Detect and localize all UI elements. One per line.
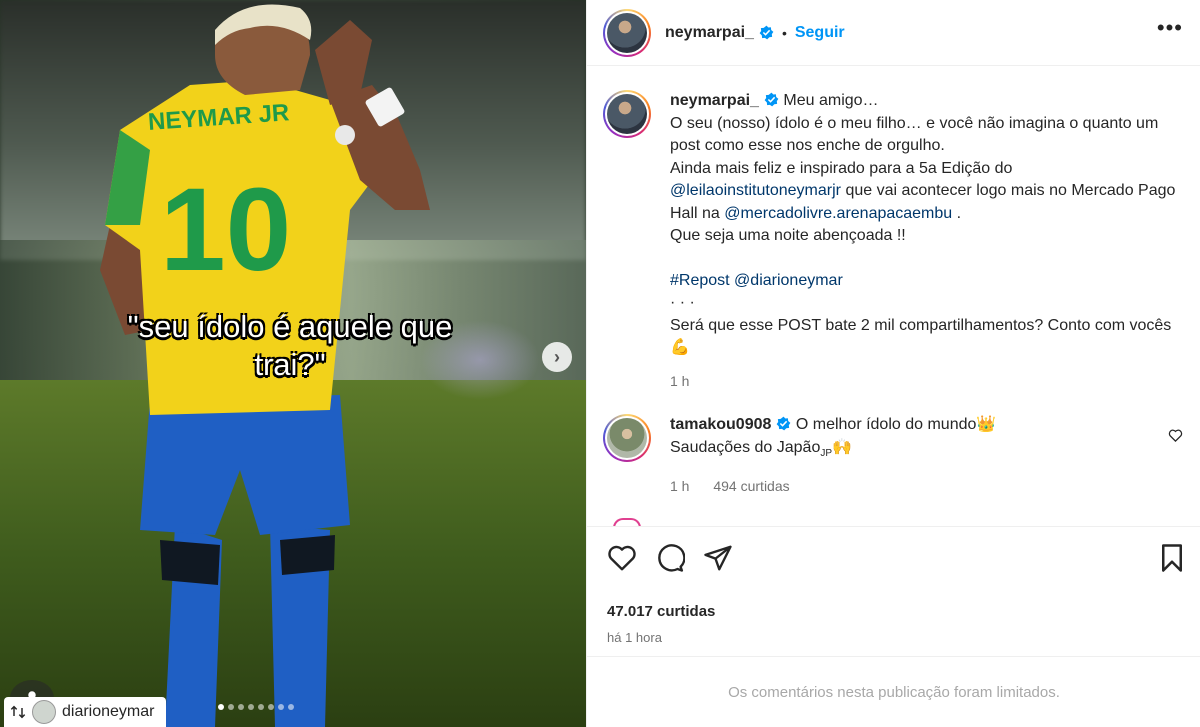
comments-limited-notice: Os comentários nesta publicação foram li… xyxy=(587,656,1200,727)
overlay-quote: "seu ídolo é aquele que trai?" xyxy=(127,309,453,382)
comment-username[interactable]: tamakou0908 xyxy=(670,416,771,433)
repost-icon xyxy=(10,705,26,719)
next-comment-avatar xyxy=(613,518,641,526)
avatar xyxy=(32,700,56,724)
caption: neymarpai_ Meu amigo… O seu (nosso) ídol… xyxy=(603,90,1183,392)
heart-icon[interactable] xyxy=(1168,428,1183,443)
heart-icon[interactable] xyxy=(607,543,637,573)
post-media[interactable]: 10 NEYMAR JR "seu ídolo é aquele que tra… xyxy=(0,0,586,727)
comment-text: Saudações do Japão xyxy=(670,438,821,456)
caption-line: Ainda mais feliz e inspirado para a 5a E… xyxy=(670,159,1013,177)
share-icon[interactable] xyxy=(703,543,733,573)
bookmark-icon[interactable] xyxy=(1159,543,1185,573)
comment-timestamp[interactable]: 1 h xyxy=(670,478,689,494)
chevron-right-icon: › xyxy=(554,346,560,367)
author-username[interactable]: neymarpai_ xyxy=(665,24,754,42)
comment-avatar[interactable] xyxy=(603,414,651,462)
caption-punct: . xyxy=(956,204,962,222)
more-icon[interactable]: ••• xyxy=(1157,17,1183,39)
likes-count[interactable]: 47.017 curtidas xyxy=(607,603,1185,620)
post-header: neymarpai_ • Seguir ••• xyxy=(587,0,1200,66)
caption-line: Que seja uma noite abençoada !! xyxy=(670,227,906,244)
mention-link[interactable]: @leilaoinstitutoneymarjr xyxy=(670,182,841,199)
comment-likes[interactable]: 494 curtidas xyxy=(713,478,789,494)
carousel-indicator xyxy=(218,704,294,710)
country-code: JP xyxy=(820,447,833,459)
hashtag-link[interactable]: #Repost xyxy=(670,272,730,289)
post-sidebar: neymarpai_ • Seguir ••• neymarpai_ Meu a… xyxy=(586,0,1200,727)
action-bar: 47.017 curtidas há 1 hora xyxy=(587,526,1200,645)
mention-link[interactable]: @mercadolivre.arenapacaembu xyxy=(724,205,952,222)
comment-text: O melhor ídolo do mundo xyxy=(795,416,977,433)
caption-line: Será que esse POST bate 2 mil compartilh… xyxy=(670,316,1172,334)
caption-timestamp[interactable]: 1 h xyxy=(670,373,689,389)
separator-dot: • xyxy=(781,24,787,41)
verified-icon xyxy=(777,416,791,431)
author-avatar[interactable] xyxy=(603,8,651,57)
svg-text:10: 10 xyxy=(160,164,291,296)
comment-icon[interactable] xyxy=(655,543,685,573)
emoji: 👑 xyxy=(976,416,997,433)
repost-attribution[interactable]: diarioneymar xyxy=(4,697,167,727)
emoji: 🙌 xyxy=(832,438,852,456)
caption-username[interactable]: neymarpai_ xyxy=(670,92,759,109)
mention-link[interactable]: @diarioneymar xyxy=(734,272,843,289)
post-timestamp[interactable]: há 1 hora xyxy=(607,630,1185,645)
emoji: 💪 xyxy=(670,339,690,356)
caption-opening: Meu amigo… xyxy=(783,92,879,109)
verified-icon xyxy=(759,25,774,40)
repost-username: diarioneymar xyxy=(62,703,155,720)
caption-avatar[interactable] xyxy=(603,90,651,138)
caption-dots: · · · xyxy=(670,294,695,311)
caption-line: O seu (nosso) ídolo é o meu filho… e voc… xyxy=(670,114,1159,155)
follow-button[interactable]: Seguir xyxy=(795,24,845,42)
next-slide-button[interactable]: › xyxy=(542,342,572,372)
comments-scroll-area[interactable]: neymarpai_ Meu amigo… O seu (nosso) ídol… xyxy=(587,66,1200,526)
verified-icon xyxy=(764,92,779,107)
comment: tamakou0908 O melhor ídolo do mundo👑 Sau… xyxy=(603,414,1183,498)
